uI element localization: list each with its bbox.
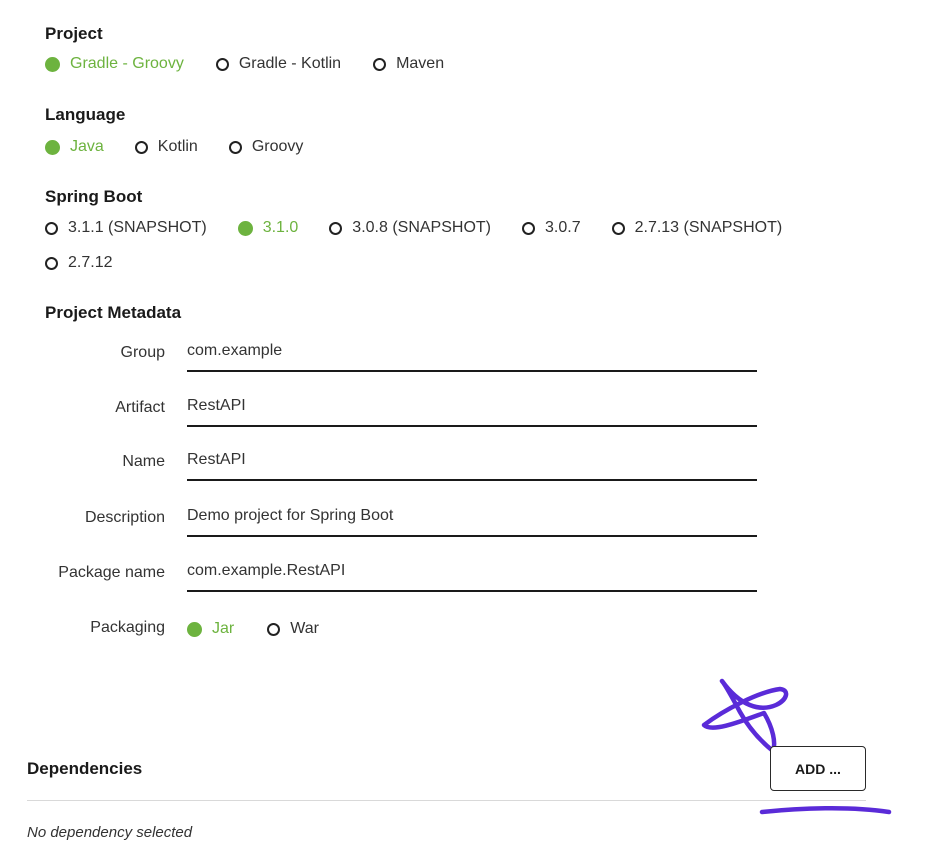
handwritten-annotation [701,678,892,815]
annotation-scribble [701,678,789,754]
annotation-underline [759,805,892,815]
add-dependencies-button[interactable]: ADD ... [770,746,866,791]
no-dependency-text: No dependency selected [27,824,193,841]
dependencies-divider [27,800,866,801]
dependencies-heading: Dependencies [27,759,143,778]
